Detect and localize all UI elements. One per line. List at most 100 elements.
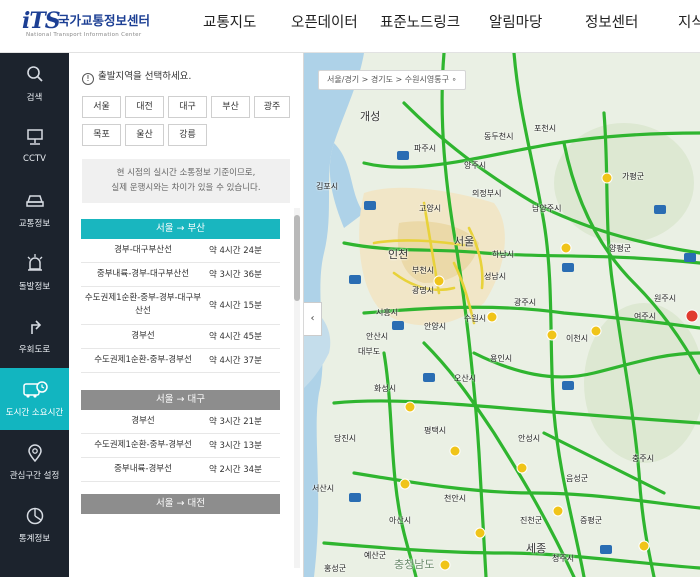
map-label: 청주시: [552, 554, 575, 563]
route-row[interactable]: 수도권제1순환-중부-경부-대구부산선 약 4시간 15분: [81, 287, 280, 325]
city-button-gangneung[interactable]: 강릉: [168, 124, 207, 146]
city-button-busan[interactable]: 부산: [211, 96, 250, 118]
route-row[interactable]: 경부선 약 3시간 21분: [81, 410, 280, 434]
map-label: 광명시: [412, 286, 435, 295]
map-label: 성남시: [484, 272, 507, 281]
map-label: 의정부시: [472, 189, 502, 198]
city-button-seoul[interactable]: 서울: [82, 96, 121, 118]
sidebar-item-traffic-info[interactable]: 교통정보: [0, 179, 69, 241]
route-time: 약 3시간 21분: [209, 417, 262, 427]
sidebar-item-label: 돌발정보: [18, 282, 51, 292]
map-label: 안성시: [518, 434, 541, 443]
route-time: 약 4시간 24분: [209, 246, 262, 256]
route-row[interactable]: 경부-대구부산선 약 4시간 24분: [81, 239, 280, 263]
nav-open-data[interactable]: 오픈데이터: [291, 11, 358, 32]
nav-standard-node-link[interactable]: 표준노드링크: [380, 11, 460, 32]
map-label: 인천: [388, 248, 409, 261]
map-label: 포천시: [534, 124, 557, 133]
route-name: 수도권제1순환-중부-경부선: [94, 440, 192, 450]
map-label: 부천시: [412, 266, 435, 275]
route-time: 약 4시간 15분: [209, 301, 262, 311]
sidebar-item-cctv[interactable]: CCTV: [0, 116, 69, 178]
route-row[interactable]: 경부선 약 4시간 45분: [81, 325, 280, 349]
route-row[interactable]: 중부내륙-경부선 약 2시간 34분: [81, 458, 280, 482]
route-name: 수도권제1순환-중부-경부-대구부산선: [84, 293, 202, 316]
city-button-gwangju[interactable]: 광주: [254, 96, 290, 118]
map-label: 고양시: [419, 204, 442, 213]
sidebar-item-label: CCTV: [23, 154, 46, 164]
sidebar-item-search[interactable]: 검색: [0, 53, 69, 115]
bus-clock-icon: [0, 380, 69, 402]
map-label: 여주시: [634, 312, 657, 321]
city-button-ulsan[interactable]: 울산: [125, 124, 164, 146]
route-list: 서울 → 부산 경부-대구부산선 약 4시간 24분 중부내륙-경부-대구부산선…: [81, 219, 280, 577]
route-group-header[interactable]: 서울 → 부산: [81, 219, 280, 239]
city-button-mokpo[interactable]: 목포: [82, 124, 121, 146]
map-label: 진천군: [520, 516, 543, 525]
map-breadcrumb[interactable]: 서울/경기 > 경기도 > 수원시영통구 ∘: [318, 70, 466, 90]
panel-collapse-button[interactable]: ‹: [304, 302, 322, 336]
page-root: iTS 국가교통정보센터 National Transport Informat…: [0, 0, 700, 577]
pin-icon: [0, 443, 69, 465]
map-label: 용인시: [490, 354, 513, 363]
sidebar-item-label: 도시간 소요시간: [5, 408, 64, 418]
sidebar-item-statistics[interactable]: 통계정보: [0, 494, 69, 556]
alert-light-icon: [0, 254, 69, 276]
city-button-daegu[interactable]: 대구: [168, 96, 207, 118]
map-label: 파주시: [414, 144, 437, 153]
sidebar-item-incident[interactable]: 돌발정보: [0, 242, 69, 304]
intercity-time-panel: ! 출발지역을 선택하세요. 서울 대전 대구 부산 광주 목포 울산 강릉 현 …: [69, 53, 304, 577]
map-label: 평택시: [424, 426, 447, 435]
route-group-header[interactable]: 서울 → 대구: [81, 390, 280, 410]
map-label: 시흥시: [376, 308, 399, 317]
map-label: 광주시: [514, 298, 537, 307]
map-label: 대부도: [358, 347, 381, 356]
route-name: 경부-대구부산선: [114, 245, 172, 255]
map-label: 오산시: [454, 374, 477, 383]
departure-prompt: ! 출발지역을 선택하세요.: [82, 68, 191, 85]
route-list-scrollbar[interactable]: [294, 215, 300, 301]
nav-info-center[interactable]: 정보센터: [585, 11, 638, 32]
route-row[interactable]: 중부내륙-경부-대구부산선 약 3시간 36분: [81, 263, 280, 287]
sidebar-item-label: 통계정보: [18, 534, 51, 544]
map-label: 증평군: [580, 516, 603, 525]
map-label: 양주시: [464, 161, 487, 170]
notice-line: 현 시점의 실시간 소통정보 기준이므로,: [116, 168, 256, 178]
chart-icon: [0, 506, 69, 528]
route-time: 약 4시간 45분: [209, 332, 262, 342]
traffic-map[interactable]: 서울/경기 > 경기도 > 수원시영통구 ∘ ‹ 개성 파주시 동두천시 양주시…: [304, 53, 700, 577]
route-group-header[interactable]: 서울 → 대전: [81, 494, 280, 514]
sidebar-item-interest-section[interactable]: 관심구간 설정: [0, 431, 69, 493]
route-name: 수도권제1순환-중부-경부선: [94, 355, 192, 365]
detour-icon: [0, 317, 69, 339]
sidebar-item-detour[interactable]: 우회도로: [0, 305, 69, 367]
map-label: 양평군: [609, 244, 632, 253]
route-time: 약 4시간 37분: [209, 356, 262, 366]
route-row[interactable]: 수도권제1순환-중부-경부선 약 4시간 37분: [81, 349, 280, 373]
map-label: 안양시: [424, 322, 447, 331]
route-name: 중부내륙-경부-대구부산선: [96, 269, 190, 279]
left-sidebar: 검색 CCTV 교통정보 돌발정보 우회도로 도시간 소요시간 관심구간 설정 …: [0, 53, 69, 577]
sidebar-item-intercity-time[interactable]: 도시간 소요시간: [0, 368, 69, 430]
nav-traffic-map[interactable]: 교통지도: [203, 11, 256, 32]
map-label: 아산시: [389, 516, 412, 525]
route-time: 약 3시간 36분: [209, 270, 262, 280]
route-time: 약 2시간 34분: [209, 465, 262, 475]
map-label: 하남시: [492, 250, 515, 259]
departure-prompt-text: 출발지역을 선택하세요.: [98, 71, 192, 82]
route-time: 약 3시간 13분: [209, 441, 262, 451]
map-label: 예산군: [364, 551, 387, 560]
route-row[interactable]: 수도권제1순환-중부-경부선 약 3시간 13분: [81, 434, 280, 458]
route-name: 경부선: [131, 331, 155, 341]
sidebar-item-label: 교통정보: [18, 219, 51, 229]
nav-notice[interactable]: 알림마당: [489, 11, 542, 32]
city-button-daejeon[interactable]: 대전: [125, 96, 164, 118]
map-label: 당진시: [334, 434, 357, 443]
route-name: 경부선: [131, 416, 155, 426]
cctv-icon: [0, 128, 69, 150]
car-icon: [0, 191, 69, 213]
realtime-notice: 현 시점의 실시간 소통정보 기준이므로, 실제 운행시와는 차이가 있을 수 …: [82, 159, 290, 203]
search-icon: [0, 65, 69, 87]
nav-knowledge[interactable]: 지식: [678, 11, 700, 32]
map-label: 수원시: [464, 314, 487, 323]
